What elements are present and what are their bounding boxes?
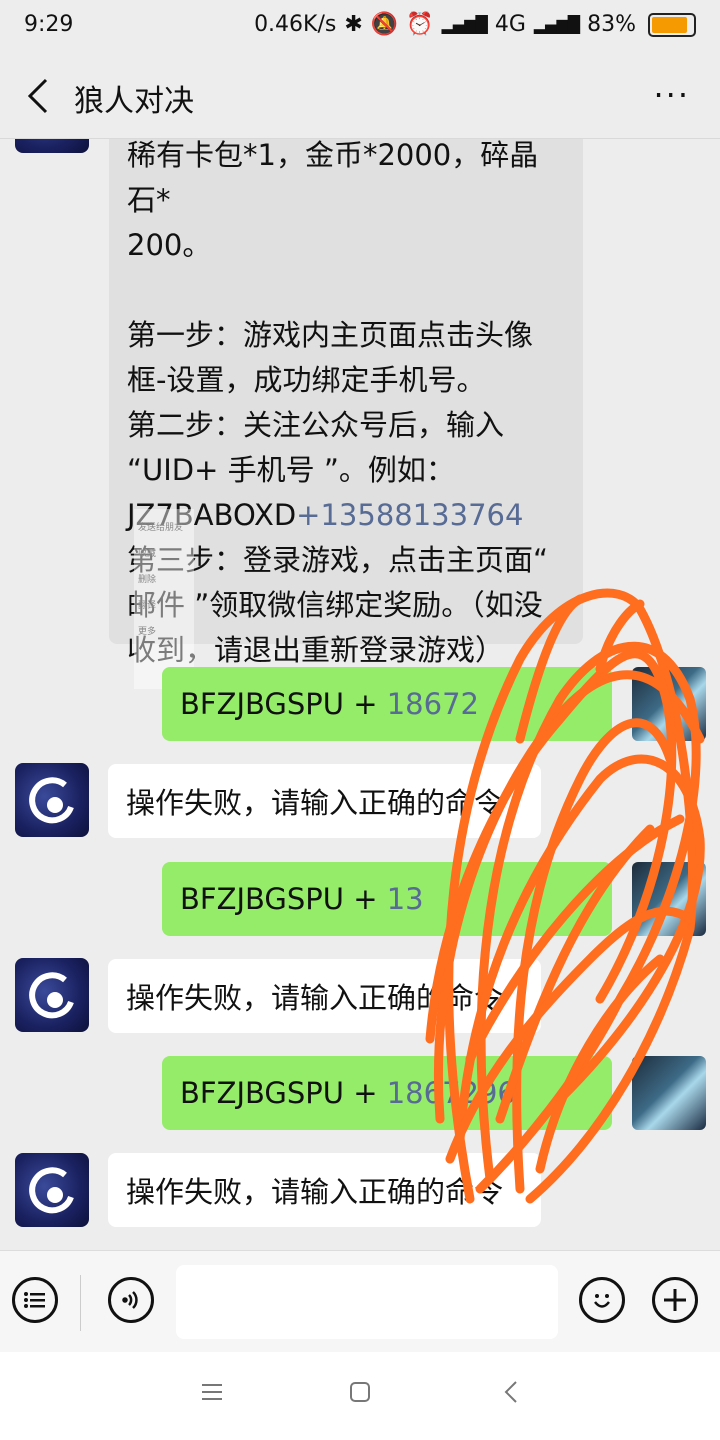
list-icon[interactable] xyxy=(12,1277,58,1323)
bot-avatar[interactable] xyxy=(15,1153,89,1227)
battery-percent: 83% xyxy=(587,12,636,37)
network-speed: 0.46K/s xyxy=(254,12,337,37)
input-bar xyxy=(0,1250,720,1353)
message-text: 操作失败，请输入正确的命令 xyxy=(126,981,504,1015)
wolf-logo-icon xyxy=(29,1167,74,1214)
menu-icon[interactable] xyxy=(200,1380,224,1404)
home-icon[interactable] xyxy=(348,1380,372,1404)
context-menu-item[interactable]: 删除 xyxy=(138,567,190,593)
context-menu-item[interactable]: 翻译 xyxy=(138,593,190,619)
message-text: 操作失败，请输入正确的命令 xyxy=(126,786,504,820)
context-menu-item[interactable]: 更多 xyxy=(138,619,190,645)
back-icon[interactable] xyxy=(500,1380,524,1404)
message-input[interactable] xyxy=(176,1265,558,1339)
bot-avatar[interactable] xyxy=(15,958,89,1032)
message-text: BFZJBGSPU + xyxy=(180,1076,387,1110)
divider xyxy=(80,1275,81,1331)
battery-icon xyxy=(648,12,696,37)
phone-link[interactable]: 18672 xyxy=(387,687,479,721)
received-message-bubble[interactable]: 操作失败，请输入正确的命令 xyxy=(108,764,541,838)
message-text: BFZJBGSPU + xyxy=(180,882,387,916)
wolf-logo-icon xyxy=(29,777,74,824)
received-message-bubble[interactable]: 操作失败，请输入正确的命令 xyxy=(108,959,541,1033)
message-text: 稀有卡包*1，金币*2000，碎晶石* 200。 第一步：游戏内主页面点击头像 … xyxy=(127,139,539,532)
user-avatar[interactable] xyxy=(632,667,706,741)
network-type: 4G xyxy=(494,12,526,37)
chat-area[interactable]: 稀有卡包*1，金币*2000，碎晶石* 200。 第一步：游戏内主页面点击头像 … xyxy=(0,139,720,1250)
phone-link[interactable]: 1867296 xyxy=(387,1076,516,1110)
message-text: BFZJBGSPU + xyxy=(180,687,387,721)
emoji-icon[interactable] xyxy=(579,1277,625,1323)
context-menu-item[interactable]: 发送给朋友 xyxy=(138,515,190,541)
signal-icon: ▂▄▆█ xyxy=(441,15,488,34)
more-button[interactable]: ··· xyxy=(653,76,690,114)
bot-avatar[interactable] xyxy=(15,139,89,153)
phone-link[interactable]: +13588133764 xyxy=(296,498,523,532)
user-avatar[interactable] xyxy=(632,1056,706,1130)
status-time: 9:29 xyxy=(24,12,74,37)
bluetooth-icon: ✱ xyxy=(344,12,363,37)
wolf-logo-icon xyxy=(29,972,74,1019)
status-indicators: 0.46K/s ✱ 🔕 ⏰ ▂▄▆█ 4G ▂▄▆█ 83% xyxy=(254,12,696,37)
sent-message-bubble[interactable]: BFZJBGSPU + 18672 xyxy=(162,667,612,741)
signal-icon: ▂▄▆█ xyxy=(533,15,580,34)
message-text: 操作失败，请输入正确的命令 xyxy=(126,1175,504,1209)
status-bar: 9:29 0.46K/s ✱ 🔕 ⏰ ▂▄▆█ 4G ▂▄▆█ 83% xyxy=(0,0,720,52)
plus-icon[interactable] xyxy=(652,1277,698,1323)
voice-icon[interactable] xyxy=(108,1277,154,1323)
chat-title: 狼人对决 xyxy=(74,84,194,119)
alarm-icon: ⏰ xyxy=(406,12,434,37)
context-menu: 发送给朋友 收藏 删除 翻译 更多 xyxy=(134,509,194,689)
user-avatar[interactable] xyxy=(632,862,706,936)
context-menu-item[interactable]: 收藏 xyxy=(138,541,190,567)
sent-message-bubble[interactable]: BFZJBGSPU + 1867296 xyxy=(162,1056,612,1130)
back-arrow-icon[interactable] xyxy=(20,74,60,118)
sent-message-bubble[interactable]: BFZJBGSPU + 13 xyxy=(162,862,612,936)
mute-icon: 🔕 xyxy=(370,12,399,37)
phone-link[interactable]: 13 xyxy=(387,882,424,916)
received-message-bubble[interactable]: 操作失败，请输入正确的命令 xyxy=(108,1153,541,1227)
system-navigation xyxy=(0,1352,720,1440)
bot-avatar[interactable] xyxy=(15,763,89,837)
chat-header: 狼人对决 ··· xyxy=(0,52,720,139)
